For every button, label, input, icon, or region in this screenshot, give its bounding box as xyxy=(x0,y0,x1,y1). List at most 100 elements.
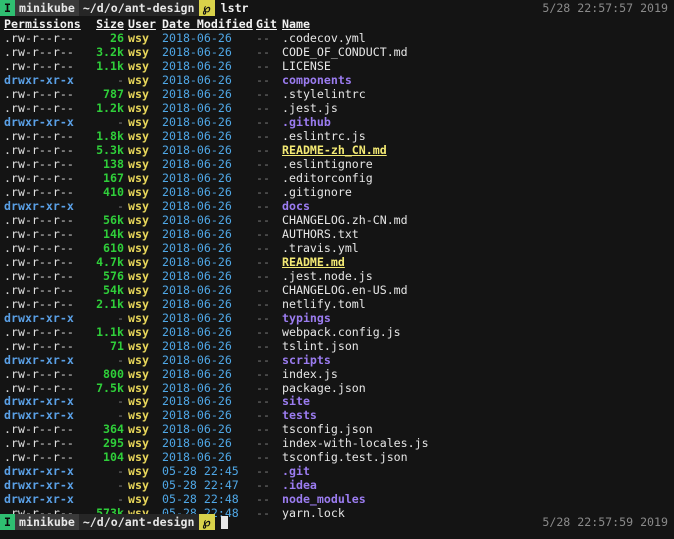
file-git-status: -- xyxy=(256,380,270,395)
file-owner: wsy xyxy=(128,226,149,241)
file-size: 610 xyxy=(103,240,124,255)
top-prompt-line: I minikube ~/d/o/ant-design ℘ lstr 5/28 … xyxy=(0,0,674,16)
file-git-status: -- xyxy=(256,31,270,45)
file-row: .rw-r--r-- 800 wsy 2018-06-26 -- index.js xyxy=(4,367,582,381)
file-git-status: -- xyxy=(256,338,270,353)
file-row: drwxr-xr-x - wsy 2018-06-26 -- docs xyxy=(4,199,582,213)
file-git-status: -- xyxy=(256,184,270,199)
file-size: 4.7k xyxy=(96,254,124,269)
current-directory-segment: ~/d/o/ant-design xyxy=(78,0,199,16)
file-row: .rw-r--r-- 54k wsy 2018-06-26 -- CHANGELOG.en… xyxy=(4,283,582,297)
file-date: 2018-06-26 xyxy=(162,338,232,353)
header-size: Size xyxy=(96,17,124,31)
file-date: 2018-06-26 xyxy=(162,142,232,157)
file-size: 138 xyxy=(103,156,124,171)
file-name: index.js xyxy=(282,366,338,381)
file-name: .stylelintrc xyxy=(282,86,366,101)
file-row: .rw-r--r-- 1.8k wsy 2018-06-26 -- .eslintrc.j… xyxy=(4,129,582,143)
file-owner: wsy xyxy=(128,408,149,423)
file-git-status: -- xyxy=(256,492,270,507)
file-owner: wsy xyxy=(128,478,149,493)
file-size: - xyxy=(117,408,124,423)
file-size: 576 xyxy=(103,268,124,283)
file-date: 2018-06-26 xyxy=(162,156,232,171)
file-size: 410 xyxy=(103,184,124,199)
file-date: 2018-06-26 xyxy=(162,436,232,451)
file-row: drwxr-xr-x - wsy 2018-06-26 -- tests xyxy=(4,408,582,422)
file-owner: wsy xyxy=(128,240,149,255)
file-name: .gitignore xyxy=(282,184,352,199)
file-date: 2018-06-26 xyxy=(162,184,232,199)
file-date: 2018-06-26 xyxy=(162,114,232,129)
file-date: 2018-06-26 xyxy=(162,100,232,115)
file-name: .jest.node.js xyxy=(282,268,373,283)
file-row: drwxr-xr-x - wsy 2018-06-26 -- site xyxy=(4,394,582,408)
file-owner: wsy xyxy=(128,184,149,199)
file-owner: wsy xyxy=(128,254,149,269)
file-git-status: -- xyxy=(256,268,270,283)
file-git-status: -- xyxy=(256,44,270,59)
file-permissions: .rw-r--r-- xyxy=(4,142,74,157)
text-cursor[interactable] xyxy=(220,515,228,529)
file-owner: wsy xyxy=(128,492,149,507)
file-date: 2018-06-26 xyxy=(162,31,232,45)
file-row: .rw-r--r-- 14k wsy 2018-06-26 -- AUTHORS.txt xyxy=(4,227,582,241)
file-row: .rw-r--r-- 167 wsy 2018-06-26 -- .editorconfi… xyxy=(4,171,582,185)
file-name: typings xyxy=(282,310,331,325)
file-permissions: .rw-r--r-- xyxy=(4,380,74,395)
file-owner: wsy xyxy=(128,282,149,297)
file-permissions: .rw-r--r-- xyxy=(4,212,74,227)
file-date: 2018-06-26 xyxy=(162,198,232,213)
file-owner: wsy xyxy=(128,324,149,339)
terminal-window[interactable]: I minikube ~/d/o/ant-design ℘ lstr 5/28 … xyxy=(0,0,674,539)
file-date: 2018-06-26 xyxy=(162,310,232,325)
file-git-status: -- xyxy=(256,128,270,143)
file-permissions: .rw-r--r-- xyxy=(4,436,74,451)
file-git-status: -- xyxy=(256,156,270,171)
file-name: index-with-locales.js xyxy=(282,436,429,451)
file-date: 2018-06-26 xyxy=(162,366,232,381)
file-owner: wsy xyxy=(128,58,149,73)
file-owner: wsy xyxy=(128,142,149,157)
file-name: .editorconfig xyxy=(282,170,373,185)
file-git-status: -- xyxy=(256,408,270,423)
file-row: .rw-r--r-- 138 wsy 2018-06-26 -- .eslintignor… xyxy=(4,157,582,171)
bottom-prompt-line: I minikube ~/d/o/ant-design ℘ 5/28 22:57… xyxy=(0,514,674,530)
file-owner: wsy xyxy=(128,268,149,283)
file-size: - xyxy=(117,464,124,479)
file-size: 1.2k xyxy=(96,100,124,115)
bottom-timestamp: 5/28 22:57:59 2019 xyxy=(542,515,668,529)
file-git-status: -- xyxy=(256,310,270,325)
file-owner: wsy xyxy=(128,338,149,353)
hostname-segment: minikube xyxy=(14,0,79,16)
file-name: package.json xyxy=(282,380,366,395)
file-size: 104 xyxy=(103,450,124,465)
current-directory-segment: ~/d/o/ant-design xyxy=(78,514,199,530)
file-git-status: -- xyxy=(256,352,270,367)
file-permissions: drwxr-xr-x xyxy=(4,464,74,479)
file-size: - xyxy=(117,492,124,507)
file-size: 3.2k xyxy=(96,44,124,59)
header-name: Name xyxy=(282,17,310,31)
file-row: drwxr-xr-x - wsy 05-28 22:48 -- node_modules xyxy=(4,492,582,506)
file-git-status: -- xyxy=(256,142,270,157)
file-size: 54k xyxy=(103,282,124,297)
file-permissions: .rw-r--r-- xyxy=(4,366,74,381)
file-name: CHANGELOG.en-US.md xyxy=(282,282,408,297)
file-permissions: .rw-r--r-- xyxy=(4,44,74,59)
file-permissions: drwxr-xr-x xyxy=(4,492,74,507)
file-name: scripts xyxy=(282,352,331,367)
file-name: docs xyxy=(282,198,310,213)
file-row: .rw-r--r-- 56k wsy 2018-06-26 -- CHANGELOG.zh… xyxy=(4,213,582,227)
file-row: .rw-r--r-- 787 wsy 2018-06-26 -- .stylelintrc xyxy=(4,87,582,101)
file-permissions: .rw-r--r-- xyxy=(4,31,74,45)
file-size: 364 xyxy=(103,422,124,437)
file-name: AUTHORS.txt xyxy=(282,226,359,241)
file-row: .rw-r--r-- 2.1k wsy 2018-06-26 -- netlify.tom… xyxy=(4,297,582,311)
file-size: 5.3k xyxy=(96,142,124,157)
file-name: LICENSE xyxy=(282,58,331,73)
file-size: 167 xyxy=(103,170,124,185)
file-permissions: .rw-r--r-- xyxy=(4,338,74,353)
file-permissions: .rw-r--r-- xyxy=(4,450,74,465)
file-git-status: -- xyxy=(256,212,270,227)
